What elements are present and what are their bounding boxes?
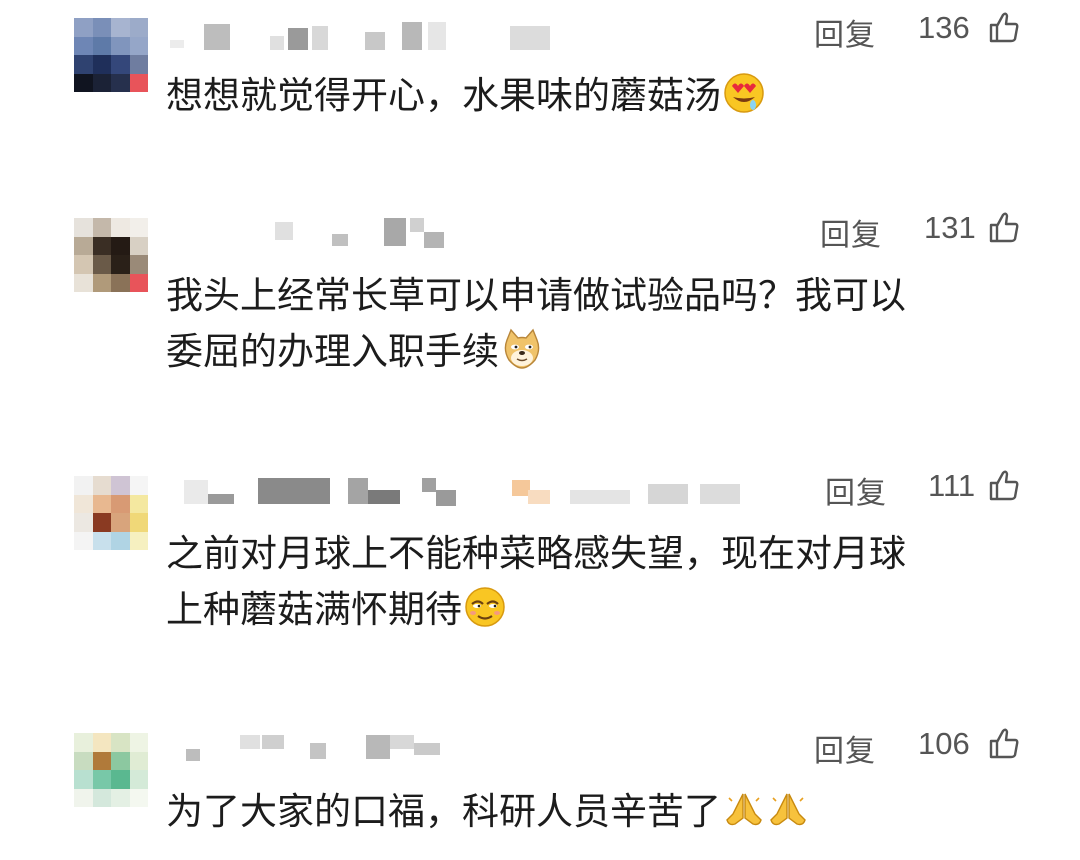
username-blurred[interactable] (170, 476, 770, 506)
smug-face-emoji (465, 587, 505, 627)
username-blurred[interactable] (170, 733, 470, 761)
praying-hands-emoji (726, 793, 762, 826)
comment-text: 为了大家的口福，科研人员辛苦了 (166, 784, 1026, 840)
comment-text-line: 想想就觉得开心，水果味的蘑菇汤 (166, 74, 721, 117)
thumbs-up-icon[interactable] (988, 210, 1020, 244)
comment-text-line-2: 上种蘑菇满怀期待 (166, 582, 1026, 638)
reply-button[interactable]: 回复 (814, 10, 876, 54)
doge-emoji (504, 328, 540, 369)
comment-text: 想想就觉得开心，水果味的蘑菇汤 (166, 68, 1026, 124)
comment-text-line: 为了大家的口福，科研人员辛苦了 (166, 790, 721, 833)
comment-text-line: 上种蘑菇满怀期待 (166, 588, 462, 631)
username-blurred[interactable] (170, 18, 560, 50)
comment-text: 之前对月球上不能种菜略感失望，现在对月球 上种蘑菇满怀期待 (166, 526, 1026, 638)
thumbs-up-icon[interactable] (988, 10, 1020, 44)
username-blurred[interactable] (170, 218, 470, 248)
comment-text-line: 我头上经常长草可以申请做试验品吗？我可以 (166, 274, 906, 317)
like-count: 106 (918, 726, 970, 761)
like-count: 111 (928, 468, 976, 503)
thumbs-up-icon[interactable] (988, 726, 1020, 760)
like-count: 136 (918, 10, 970, 45)
comment-text-line: 之前对月球上不能种菜略感失望，现在对月球 (166, 532, 906, 575)
comment-text-line: 委屈的办理入职手续 (166, 330, 499, 373)
praying-hands-emoji (770, 793, 806, 826)
reply-button[interactable]: 回复 (820, 210, 882, 254)
thumbs-up-icon[interactable] (988, 468, 1020, 502)
like-count: 131 (924, 210, 976, 245)
avatar[interactable] (74, 733, 148, 807)
comment-text: 我头上经常长草可以申请做试验品吗？我可以 委屈的办理入职手续 (166, 268, 1026, 380)
drooling-heart-eyes-emoji (724, 73, 764, 113)
avatar[interactable] (74, 476, 148, 550)
avatar[interactable] (74, 218, 148, 292)
avatar[interactable] (74, 18, 148, 92)
reply-button[interactable]: 回复 (814, 726, 876, 770)
reply-button[interactable]: 回复 (825, 468, 887, 512)
comment-text-line-2: 委屈的办理入职手续 (166, 324, 1026, 380)
